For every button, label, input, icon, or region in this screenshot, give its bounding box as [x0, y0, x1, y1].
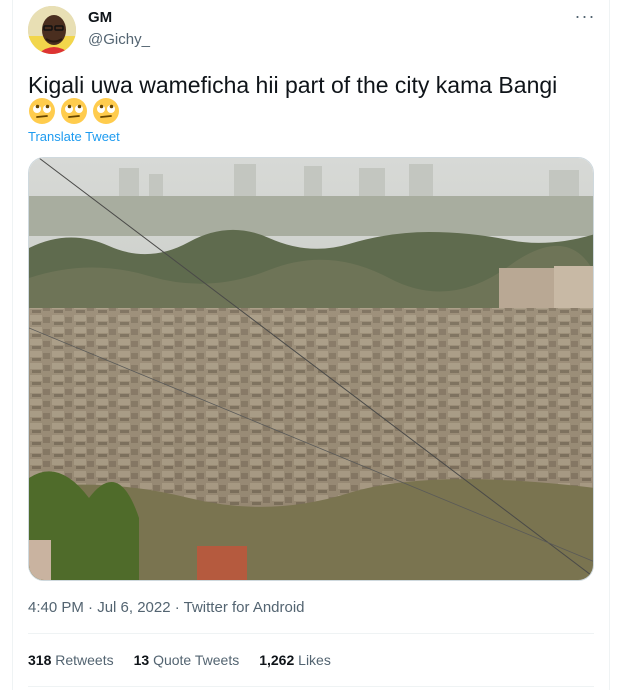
tweet-photo[interactable]: [28, 157, 594, 581]
quotes-label: Quote Tweets: [153, 652, 240, 668]
translate-tweet-link[interactable]: Translate Tweet: [28, 129, 120, 144]
tweet-text: Kigali uwa wameficha hii part of the cit…: [28, 72, 558, 98]
quotes-count: 13: [133, 652, 154, 668]
more-horizontal-icon[interactable]: ···: [575, 6, 595, 26]
rolling-eyes-emoji-icon: [29, 98, 55, 124]
user-handle[interactable]: @Gichy_: [88, 31, 150, 48]
tweet-timestamp[interactable]: 4:40 PM · Jul 6, 2022 · Twitter for Andr…: [28, 599, 305, 616]
emoji-row: [28, 97, 120, 125]
quote-tweets-stat[interactable]: 13 Quote Tweets: [134, 652, 240, 668]
divider: [28, 686, 594, 687]
retweets-label: Retweets: [55, 652, 114, 668]
avatar[interactable]: [28, 6, 76, 54]
rolling-eyes-emoji-icon: [61, 98, 87, 124]
divider: [28, 633, 594, 634]
likes-count: 1,262: [259, 652, 299, 668]
retweets-stat[interactable]: 318 Retweets: [28, 652, 114, 668]
retweets-count: 318: [28, 652, 56, 668]
likes-stat[interactable]: 1,262 Likes: [259, 652, 331, 668]
engagement-stats: 318 Retweets 13 Quote Tweets 1,262 Likes: [28, 652, 351, 668]
display-name[interactable]: GM: [88, 9, 112, 26]
rolling-eyes-emoji-icon: [93, 98, 119, 124]
likes-label: Likes: [298, 652, 331, 668]
